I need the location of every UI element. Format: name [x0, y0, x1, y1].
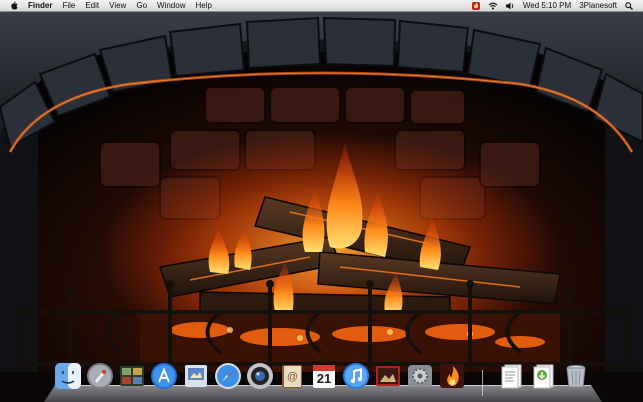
dock: @ 21 — [44, 356, 602, 402]
address-book-icon[interactable]: @ — [278, 362, 306, 390]
launchpad-icon[interactable] — [86, 362, 114, 390]
menu-finder[interactable]: Finder — [23, 0, 57, 11]
calendar-icon[interactable]: 21 — [310, 362, 338, 390]
menu-file[interactable]: File — [57, 0, 80, 11]
fireplace-menu-icon[interactable] — [471, 1, 480, 10]
photo-booth-icon[interactable] — [118, 362, 146, 390]
menu-view[interactable]: View — [104, 0, 131, 11]
app-store-icon[interactable] — [150, 362, 178, 390]
finder-icon[interactable] — [54, 362, 82, 390]
preview-icon[interactable] — [182, 362, 210, 390]
facetime-icon[interactable] — [246, 362, 274, 390]
itunes-icon[interactable] — [342, 362, 370, 390]
menu-window[interactable]: Window — [152, 0, 190, 11]
menu-help[interactable]: Help — [190, 0, 216, 11]
svg-text:@: @ — [287, 371, 298, 383]
dock-separator — [482, 370, 483, 396]
downloads-icon[interactable] — [530, 362, 558, 390]
menu-user[interactable]: 3Planesoft — [579, 0, 617, 11]
system-preferences-icon[interactable] — [406, 362, 434, 390]
menu-go[interactable]: Go — [131, 0, 152, 11]
menu-clock[interactable]: Wed 5:10 PM — [523, 0, 571, 11]
desktop — [0, 12, 643, 402]
documents-icon[interactable] — [498, 362, 526, 390]
menu-edit[interactable]: Edit — [80, 0, 104, 11]
volume-icon[interactable] — [505, 2, 515, 10]
trash-icon[interactable] — [562, 362, 590, 390]
calendar-day: 21 — [316, 371, 332, 386]
photo-slideshow-icon[interactable] — [374, 362, 402, 390]
wifi-icon[interactable] — [488, 2, 498, 10]
menu-bar: Finder File Edit View Go Window Help Wed… — [0, 0, 643, 12]
apple-icon[interactable] — [10, 0, 19, 11]
fireplace-wallpaper — [0, 12, 643, 402]
spotlight-search-icon[interactable] — [625, 1, 633, 10]
safari-icon[interactable] — [214, 362, 242, 390]
status-area: Wed 5:10 PM 3Planesoft — [468, 0, 643, 11]
fireplace-icon[interactable] — [438, 362, 466, 390]
